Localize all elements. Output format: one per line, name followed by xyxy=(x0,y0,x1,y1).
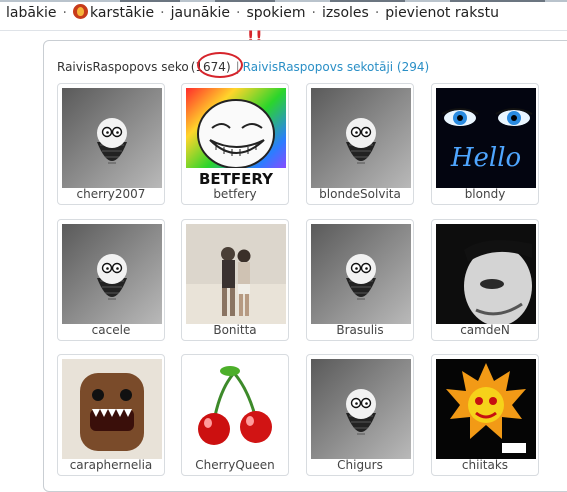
user-card[interactable]: Brasulis xyxy=(306,219,414,341)
user-card[interactable]: BETFERY betfery xyxy=(181,83,289,205)
user-card[interactable]: Bonitta xyxy=(181,219,289,341)
user-card[interactable]: Chigurs xyxy=(306,354,414,476)
user-avatar[interactable] xyxy=(62,224,162,324)
nav-item-spokiem[interactable]: spokiem xyxy=(246,5,305,21)
user-name[interactable]: camdeN xyxy=(432,323,538,337)
user-card[interactable]: camdeN xyxy=(431,219,539,341)
window-top-strip xyxy=(0,0,567,2)
user-name[interactable]: Bonitta xyxy=(182,323,288,337)
following-label: RaivisRaspopovs seko xyxy=(57,60,189,74)
nav-item-karstakie[interactable]: karstākie xyxy=(90,5,154,21)
user-card[interactable]: cacele xyxy=(57,219,165,341)
user-name[interactable]: betfery xyxy=(182,187,288,201)
followers-link[interactable]: RaivisRaspopovs sekotāji (294) xyxy=(243,60,430,74)
nav-item-jaunakie[interactable]: jaunākie xyxy=(171,5,230,21)
user-name[interactable]: caraphernelia xyxy=(58,458,164,472)
nav-separator: · xyxy=(236,5,241,21)
user-avatar[interactable]: Hello xyxy=(436,88,536,188)
user-card[interactable]: CherryQueen xyxy=(181,354,289,476)
main-nav: labākie · karstākie · jaunākie · spokiem · izsol… xyxy=(0,4,567,30)
user-name[interactable]: chiitaks xyxy=(432,458,538,472)
user-card[interactable]: blondeSolvita xyxy=(306,83,414,205)
user-avatar[interactable] xyxy=(311,88,411,188)
user-card[interactable]: chiitaks xyxy=(431,354,539,476)
user-avatar[interactable] xyxy=(311,224,411,324)
user-card[interactable]: Hello blondy xyxy=(431,83,539,205)
user-avatar[interactable] xyxy=(311,359,411,459)
nav-item-izsoles[interactable]: izsoles xyxy=(322,5,369,21)
user-name[interactable]: cherry2007 xyxy=(58,187,164,201)
annotation-circle xyxy=(197,52,243,78)
user-name[interactable]: cacele xyxy=(58,323,164,337)
user-avatar[interactable] xyxy=(186,224,286,324)
nav-separator: · xyxy=(62,5,67,21)
user-name[interactable]: Chigurs xyxy=(307,458,413,472)
nav-item-labakie[interactable]: labākie xyxy=(6,5,57,21)
user-card[interactable]: cherry2007 xyxy=(57,83,165,205)
user-name[interactable]: blondy xyxy=(432,187,538,201)
svg-text:Hello: Hello xyxy=(450,143,521,173)
nav-separator: · xyxy=(374,5,380,21)
user-name[interactable]: CherryQueen xyxy=(182,458,288,472)
svg-text:BETFERY: BETFERY xyxy=(199,170,274,188)
nav-separator: · xyxy=(160,5,165,21)
following-heading: RaivisRaspopovs seko (1674) | RaivisRaspopo… xyxy=(57,60,429,74)
nav-item-pievienot-rakstu[interactable]: pievienot rakstu xyxy=(385,5,499,21)
user-name[interactable]: Brasulis xyxy=(307,323,413,337)
user-avatar[interactable]: BETFERY xyxy=(186,88,286,188)
user-avatar[interactable] xyxy=(436,224,536,324)
user-avatar[interactable] xyxy=(186,359,286,459)
user-avatar[interactable] xyxy=(436,359,536,459)
user-name[interactable]: blondeSolvita xyxy=(307,187,413,201)
fire-icon xyxy=(73,4,88,19)
nav-divider xyxy=(0,30,567,31)
user-card[interactable]: caraphernelia xyxy=(57,354,165,476)
user-avatar[interactable] xyxy=(62,359,162,459)
user-avatar[interactable] xyxy=(62,88,162,188)
nav-separator: · xyxy=(311,5,316,21)
